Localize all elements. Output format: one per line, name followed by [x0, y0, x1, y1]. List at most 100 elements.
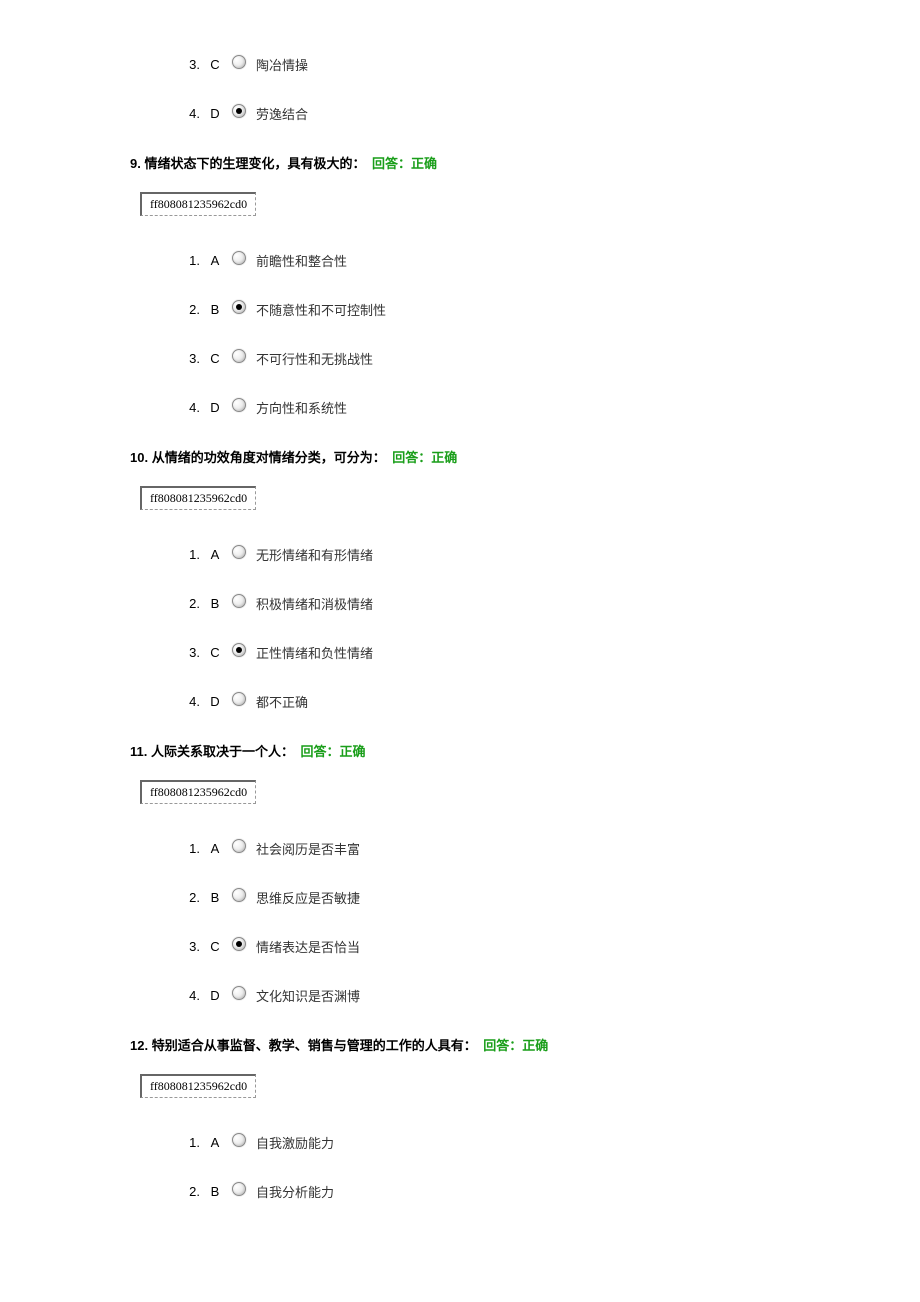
question-number: 10.: [130, 450, 152, 465]
answer-label: 回答：: [300, 744, 339, 759]
option-letter: C: [200, 645, 230, 660]
option-letter: D: [200, 106, 230, 121]
option-row: 3. C 陶冶情操: [170, 55, 880, 74]
option-text: 正性情绪和负性情绪: [256, 643, 373, 662]
option-row: 1.A前瞻性和整合性: [170, 251, 880, 270]
radio-icon[interactable]: [232, 545, 246, 559]
option-row: 3.C 不可行性和无挑战性: [170, 349, 880, 368]
option-text: 无形情绪和有形情绪: [256, 545, 373, 564]
question-number: 11.: [130, 744, 151, 759]
option-letter: A: [200, 1135, 230, 1150]
option-number: 1.: [170, 253, 200, 268]
radio-icon[interactable]: [232, 349, 246, 363]
option-number: 2.: [170, 596, 200, 611]
option-text: 方向性和系统性: [256, 398, 347, 417]
option-number: 3.: [170, 351, 200, 366]
answer-label: 回答：: [372, 156, 411, 171]
option-letter: D: [200, 694, 230, 709]
option-row: 4.D文化知识是否渊博: [170, 986, 880, 1005]
radio-icon[interactable]: [232, 594, 246, 608]
option-text: 思维反应是否敏捷: [256, 888, 360, 907]
option-number: 3.: [170, 939, 200, 954]
option-text: 文化知识是否渊博: [256, 986, 360, 1005]
radio-icon[interactable]: [232, 692, 246, 706]
option-number: 2.: [170, 1184, 200, 1199]
option-number: 4.: [170, 400, 200, 415]
option-letter: D: [200, 400, 230, 415]
question-text: 人际关系取决于一个人：: [151, 744, 301, 759]
option-number: 2.: [170, 890, 200, 905]
option-row: 4. D 劳逸结合: [170, 104, 880, 123]
partial-question-options: 3. C 陶冶情操 4. D 劳逸结合: [130, 55, 880, 123]
option-row: 2.B不随意性和不可控制性: [170, 300, 880, 319]
option-number: 1.: [170, 1135, 200, 1150]
option-text: 自我激励能力: [256, 1133, 334, 1152]
radio-icon[interactable]: [232, 1182, 246, 1196]
answer-value: 正确: [522, 1038, 548, 1053]
radio-icon[interactable]: [232, 888, 246, 902]
option-row: 3.C 情绪表达是否恰当: [170, 937, 880, 956]
id-code-box: ff808081235962cd0: [140, 192, 256, 216]
question-header: 10. 从情绪的功效角度对情绪分类，可分为： 回答：正确: [130, 447, 880, 466]
radio-icon[interactable]: [232, 986, 246, 1000]
option-number: 3.: [170, 57, 200, 72]
option-text: 不随意性和不可控制性: [256, 300, 386, 319]
answer-value: 正确: [431, 450, 457, 465]
answer-label: 回答：: [392, 450, 431, 465]
option-letter: A: [200, 841, 230, 856]
option-text: 劳逸结合: [256, 104, 308, 123]
radio-icon[interactable]: [232, 1133, 246, 1147]
option-row: 1.A 无形情绪和有形情绪: [170, 545, 880, 564]
question-text: 情绪状态下的生理变化，具有极大的：: [144, 156, 372, 171]
option-letter: C: [200, 351, 230, 366]
radio-icon[interactable]: [232, 300, 246, 314]
option-number: 4.: [170, 694, 200, 709]
option-number: 3.: [170, 645, 200, 660]
radio-icon[interactable]: [232, 643, 246, 657]
question-number: 9.: [130, 156, 144, 171]
document-content: 3. C 陶冶情操 4. D 劳逸结合 9. 情绪状态下的生理变化，具有极大的：…: [0, 55, 920, 1201]
option-row: 3.C 正性情绪和负性情绪: [170, 643, 880, 662]
option-row: 4.D 方向性和系统性: [170, 398, 880, 417]
option-row: 2.B 自我分析能力: [170, 1182, 880, 1201]
option-text: 都不正确: [256, 692, 308, 711]
id-code-box: ff808081235962cd0: [140, 1074, 256, 1098]
id-code-box: ff808081235962cd0: [140, 780, 256, 804]
radio-icon[interactable]: [232, 55, 246, 69]
answer-value: 正确: [411, 156, 437, 171]
option-letter: C: [200, 57, 230, 72]
option-row: 1.A 社会阅历是否丰富: [170, 839, 880, 858]
option-text: 自我分析能力: [256, 1182, 334, 1201]
question-header: 9. 情绪状态下的生理变化，具有极大的： 回答：正确: [130, 153, 880, 172]
option-letter: B: [200, 1184, 230, 1199]
question-header: 12. 特别适合从事监督、教学、销售与管理的工作的人具有： 回答：正确: [130, 1035, 880, 1054]
option-letter: D: [200, 988, 230, 1003]
option-letter: A: [200, 253, 230, 268]
option-letter: C: [200, 939, 230, 954]
option-text: 积极情绪和消极情绪: [256, 594, 373, 613]
question-text: 从情绪的功效角度对情绪分类，可分为：: [152, 450, 393, 465]
option-text: 不可行性和无挑战性: [256, 349, 373, 368]
option-text: 社会阅历是否丰富: [256, 839, 360, 858]
answer-value: 正确: [340, 744, 366, 759]
option-number: 1.: [170, 841, 200, 856]
radio-icon[interactable]: [232, 398, 246, 412]
option-letter: A: [200, 547, 230, 562]
option-row: 4.D 都不正确: [170, 692, 880, 711]
question-text: 特别适合从事监督、教学、销售与管理的工作的人具有：: [152, 1038, 484, 1053]
option-text: 情绪表达是否恰当: [256, 937, 360, 956]
question-header: 11. 人际关系取决于一个人： 回答：正确: [130, 741, 880, 760]
option-row: 1.A 自我激励能力: [170, 1133, 880, 1152]
option-row: 2.B思维反应是否敏捷: [170, 888, 880, 907]
question-number: 12.: [130, 1038, 152, 1053]
option-row: 2.B积极情绪和消极情绪: [170, 594, 880, 613]
id-code-box: ff808081235962cd0: [140, 486, 256, 510]
option-number: 4.: [170, 106, 200, 121]
option-number: 1.: [170, 547, 200, 562]
radio-icon[interactable]: [232, 937, 246, 951]
radio-icon[interactable]: [232, 104, 246, 118]
option-number: 2.: [170, 302, 200, 317]
radio-icon[interactable]: [232, 839, 246, 853]
radio-icon[interactable]: [232, 251, 246, 265]
questions-container: 9. 情绪状态下的生理变化，具有极大的： 回答：正确ff808081235962…: [130, 153, 880, 1201]
